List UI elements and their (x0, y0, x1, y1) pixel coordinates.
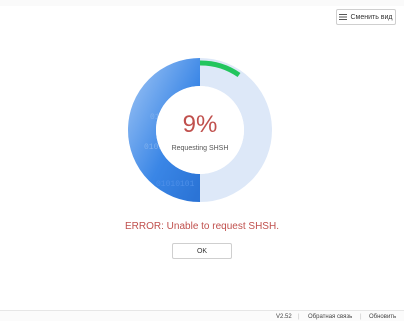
footer-separator: | (298, 314, 300, 320)
switch-view-button[interactable]: Сменить вид (336, 9, 396, 25)
progress-center: 9% Requesting SHSH (120, 111, 280, 153)
top-strip (0, 0, 404, 6)
footer-separator-2: | (360, 314, 362, 320)
binary-text-3: 01010101 (156, 180, 195, 189)
version-label: V2.52 (276, 314, 292, 320)
switch-view-label: Сменить вид (350, 13, 393, 21)
feedback-link[interactable]: Обратная связь (308, 314, 352, 320)
ok-button[interactable]: OK (172, 243, 232, 259)
footer-bar: V2.52 | Обратная связь | Обновить (0, 310, 404, 321)
update-link[interactable]: Обновить (369, 314, 396, 320)
progress-ring: 0101 0101 01010101 9% Requesting SHSH (120, 50, 280, 210)
error-message: ERROR: Unable to request SHSH. (125, 221, 279, 232)
view-toggle-icon (339, 14, 348, 20)
progress-status: Requesting SHSH (171, 145, 229, 152)
progress-percent: 9% (182, 111, 218, 138)
